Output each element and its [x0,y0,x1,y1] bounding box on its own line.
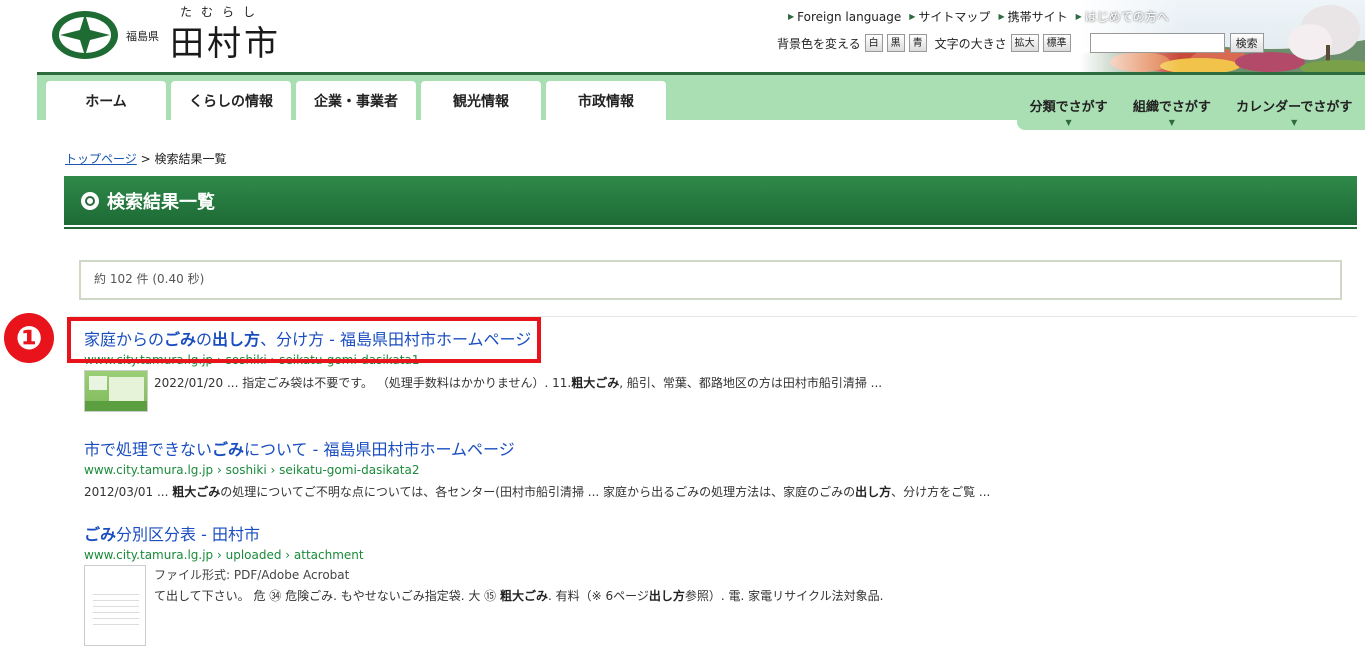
triangle-right-icon: ▶ [998,12,1005,21]
result-date: 2022/01/20 [154,376,224,390]
site-search-button[interactable]: 検索 [1229,33,1264,53]
tab-city-admin[interactable]: 市政情報 [546,81,666,120]
tab-living-info[interactable]: くらしの情報 [171,81,291,120]
global-nav: ホーム くらしの情報 企業・事業者 観光情報 市政情報 [46,81,666,120]
link-foreign-language[interactable]: ▶ Foreign language [788,8,901,25]
tab-business[interactable]: 企業・事業者 [296,81,416,120]
breadcrumb-separator: > [136,152,155,166]
result-title-link[interactable]: ごみ分別区分表 - 田村市 [84,521,364,545]
page-title-bar: 検索結果一覧 [64,176,1357,225]
result-thumbnail[interactable] [84,370,148,412]
font-standard-button[interactable]: 標準 [1042,34,1071,52]
breadcrumb: トップページ > 検索結果一覧 [65,150,226,167]
bg-color-label: 背景色を変える [777,36,861,51]
font-enlarge-button[interactable]: 拡大 [1010,34,1039,52]
result-snippet: 2012/03/01 ... 粗大ごみの処理についてご不明な点については、各セン… [84,485,991,499]
triangle-down-icon: ▼ [1168,118,1175,127]
result-summary: 約 102 件 (0.40 秒) [79,260,1342,300]
prefecture-label: 福島県 [126,30,159,43]
result-title-link[interactable]: 市で処理できないごみについて - 福島県田村市ホームページ [84,436,515,460]
city-name-logo[interactable]: 田村市 [170,16,281,65]
search-by-organization[interactable]: 組織でさがす ▼ [1133,96,1211,127]
search-by-calendar[interactable]: カレンダーでさがす ▼ [1236,96,1352,127]
utility-links: ▶ Foreign language ▶ サイトマップ ▶ 携帯サイト ▶ はじめての方… [788,8,1169,25]
result-filetype: ファイル形式: PDF/Adobe Acrobat [154,568,350,582]
annotation-step-badge: ❶ [4,313,54,363]
search-by-nav: 分類でさがす ▼ 組織でさがす ▼ カレンダーでさがす ▼ [1017,80,1365,130]
result-count: 約 102 件 (0.40 秒) [94,272,205,286]
bg-white-button[interactable]: 白 [864,34,883,52]
font-size-label: 文字の大きさ [934,36,1007,51]
result-url: www.city.tamura.lg.jp › soshiki › seikat… [84,463,420,477]
link-sitemap[interactable]: ▶ サイトマップ [909,8,990,25]
result-date: 2012/03/01 [84,485,154,499]
link-first-time[interactable]: ▶ はじめての方へ [1076,8,1169,25]
triangle-right-icon: ▶ [1075,12,1082,21]
triangle-right-icon: ▶ [788,12,795,21]
bg-blue-button[interactable]: 青 [908,34,927,52]
breadcrumb-home-link[interactable]: トップページ [65,152,137,166]
result-url: www.city.tamura.lg.jp › uploaded › attac… [84,548,364,562]
bg-black-button[interactable]: 黒 [886,34,905,52]
city-emblem-icon[interactable] [50,10,120,60]
accessibility-bar: 背景色を変える 白 黒 青 文字の大きさ 拡大 標準 検索 [777,33,1264,53]
triangle-right-icon: ▶ [909,12,916,21]
search-by-category[interactable]: 分類でさがす ▼ [1030,96,1108,127]
triangle-down-icon: ▼ [1291,118,1298,127]
triangle-down-icon: ▼ [1065,118,1072,127]
link-mobile-site[interactable]: ▶ 携帯サイト [998,8,1067,25]
site-search-input[interactable] [1089,33,1225,53]
search-result-2: 市で処理できないごみについて - 福島県田村市ホームページ www.city.t… [84,436,515,477]
page-title: 検索結果一覧 [107,191,215,213]
result-snippet: て出して下さい。 危 ㉞ 危険ごみ. もやせないごみ指定袋. 大 ⑮ 粗大ごみ.… [154,589,884,603]
site-header: 福島県 たむらし 田村市 ▶Foreign language ▶サイトマップ [0,0,1365,73]
breadcrumb-current: 検索結果一覧 [154,152,227,166]
circle-bullet-icon [81,191,99,210]
pdf-thumbnail[interactable] [84,565,146,646]
search-result-3: ごみ分別区分表 - 田村市 www.city.tamura.lg.jp › up… [84,521,364,562]
tab-tourism[interactable]: 観光情報 [421,81,541,120]
title-underline [64,227,1357,229]
annotation-highlight-box [67,317,541,363]
tab-home[interactable]: ホーム [46,81,166,120]
result-snippet: 2022/01/20 ... 指定ごみ袋は不要です。 （処理手数料はかかりません… [154,376,883,390]
